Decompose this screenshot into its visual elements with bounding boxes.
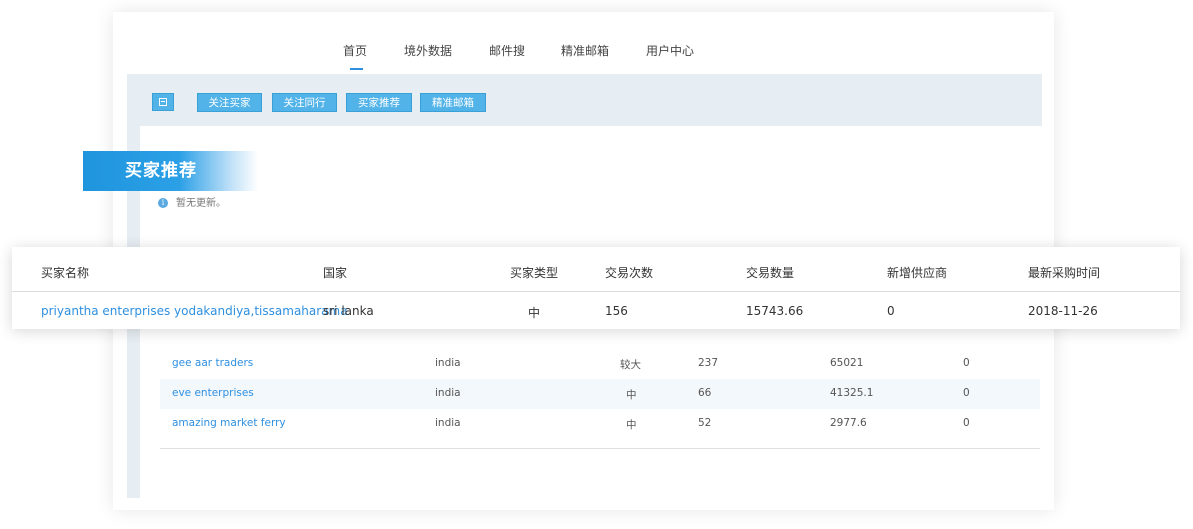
trade-quantity-cell: 15743.66 <box>746 304 804 318</box>
new-suppliers-cell: 0 <box>963 417 970 429</box>
country-cell: india <box>435 387 461 399</box>
trade-count-cell: 66 <box>698 387 712 399</box>
nav-item-precise-email[interactable]: 精准邮箱 <box>561 42 609 59</box>
new-suppliers-cell: 0 <box>963 387 970 399</box>
toolbar-list-button[interactable] <box>152 93 174 111</box>
buyer-type-cell: 中 <box>626 389 637 401</box>
table-header: 买家名称 国家 买家类型 交易次数 交易数量 新增供应商 最新采购时间 <box>12 247 1180 292</box>
toolbar: 关注买家 关注同行 买家推荐 精准邮箱 <box>127 74 1042 126</box>
header-buyer-type: 买家类型 <box>510 266 559 280</box>
latest-purchase-cell: 2018-11-26 <box>1028 304 1098 318</box>
header-trade-count: 交易次数 <box>605 266 654 280</box>
table-row[interactable]: eve enterprises india 中 66 41325.1 0 <box>160 379 1040 409</box>
notice: i 暂无更新。 <box>158 194 226 209</box>
table-bottom-divider <box>160 448 1040 449</box>
nav-item-mail-search[interactable]: 邮件搜 <box>489 42 525 59</box>
top-nav: 首页 境外数据 邮件搜 精准邮箱 用户中心 <box>113 12 1054 74</box>
header-buyer-name: 买家名称 <box>41 266 90 280</box>
buyer-name-link[interactable]: amazing market ferry <box>172 417 286 429</box>
buyer-type-cell: 中 <box>626 419 637 431</box>
trade-count-cell: 156 <box>605 304 628 318</box>
header-latest-purchase: 最新采购时间 <box>1028 266 1101 280</box>
follow-peers-button[interactable]: 关注同行 <box>272 93 337 112</box>
new-suppliers-cell: 0 <box>963 357 970 369</box>
list-icon <box>159 98 167 106</box>
info-icon: i <box>158 198 168 208</box>
trade-count-cell: 237 <box>698 357 719 369</box>
country-cell: india <box>435 417 461 429</box>
buyer-name-link[interactable]: priyantha enterprises yodakandiya,tissam… <box>41 304 348 318</box>
buyer-type-cell: 较大 <box>620 359 641 371</box>
trade-count-cell: 52 <box>698 417 712 429</box>
buyer-name-link[interactable]: eve enterprises <box>172 387 254 399</box>
highlight-table-overlay: 买家名称 国家 买家类型 交易次数 交易数量 新增供应商 最新采购时间 priy… <box>12 247 1180 329</box>
nav-item-overseas-data[interactable]: 境外数据 <box>404 42 452 59</box>
highlighted-table-row[interactable]: priyantha enterprises yodakandiya,tissam… <box>12 292 1180 329</box>
buyer-recommend-button[interactable]: 买家推荐 <box>346 93 412 112</box>
buyer-type-cell: 中 <box>528 306 541 320</box>
country-cell: sri lanka <box>323 304 374 318</box>
section-banner: 买家推荐 <box>83 151 258 191</box>
header-trade-quantity: 交易数量 <box>746 266 795 280</box>
trade-quantity-cell: 65021 <box>830 357 864 369</box>
nav-active-indicator <box>350 68 363 70</box>
table-row[interactable]: gee aar traders india 较大 237 65021 0 <box>160 349 1040 379</box>
follow-buyers-button[interactable]: 关注买家 <box>197 93 262 112</box>
nav-item-user-center[interactable]: 用户中心 <box>646 42 694 59</box>
trade-quantity-cell: 2977.6 <box>830 417 867 429</box>
header-new-suppliers: 新增供应商 <box>887 266 948 280</box>
trade-quantity-cell: 41325.1 <box>830 387 874 399</box>
nav-item-home[interactable]: 首页 <box>343 42 367 59</box>
table-row[interactable]: amazing market ferry india 中 52 2977.6 0 <box>160 409 1040 439</box>
country-cell: india <box>435 357 461 369</box>
notice-text: 暂无更新。 <box>176 198 226 209</box>
new-suppliers-cell: 0 <box>887 304 895 318</box>
buyer-name-link[interactable]: gee aar traders <box>172 357 253 369</box>
header-country: 国家 <box>323 266 348 280</box>
precise-email-button[interactable]: 精准邮箱 <box>420 93 486 112</box>
